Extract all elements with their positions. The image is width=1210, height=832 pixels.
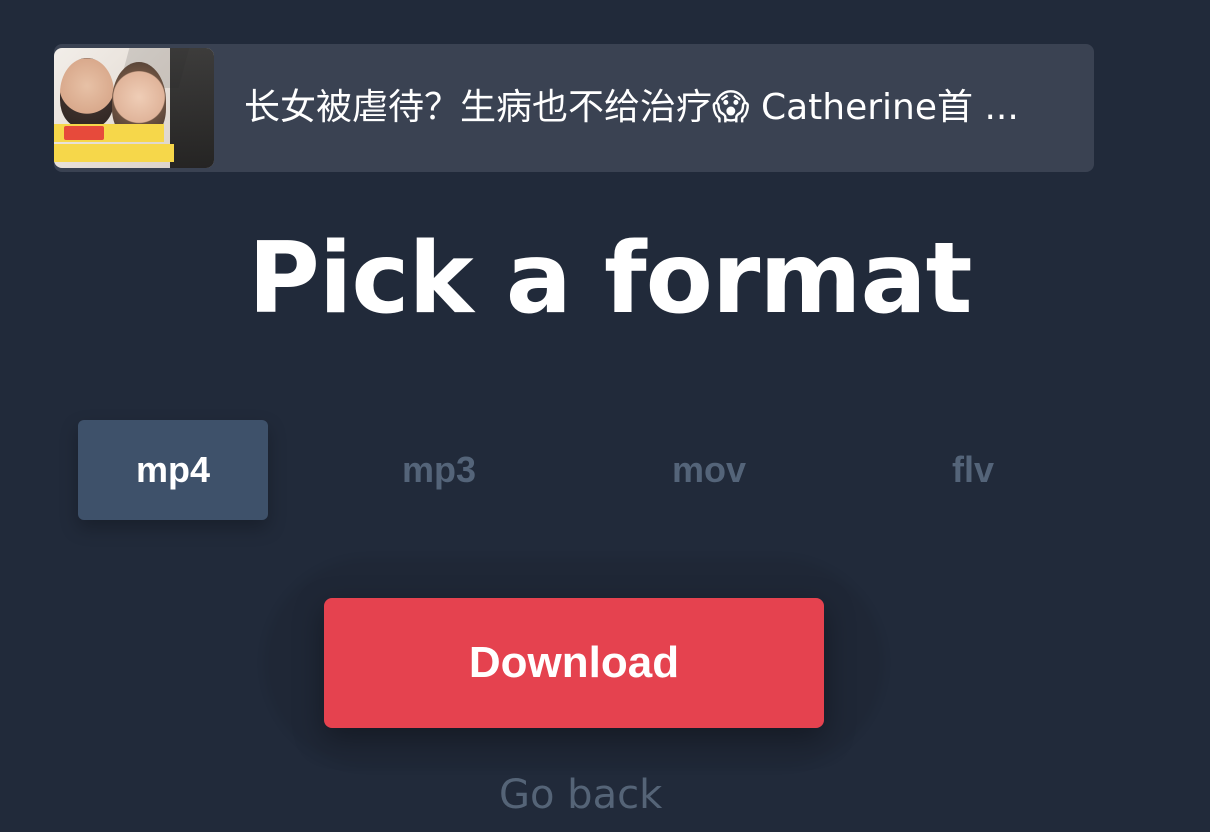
thumbnail-dark-panel [170,48,214,168]
download-button[interactable]: Download [324,598,824,728]
go-back-link[interactable]: Go back [499,772,662,818]
thumbnail-banner-bottom [54,144,174,162]
format-picker-page: 长女被虐待？生病也不给治疗😱 Catherine首 ... Pick a for… [0,0,1210,832]
format-tab-mov[interactable]: mov [614,420,804,520]
format-tabs: mp4 mp3 mov flv [78,420,1108,520]
download-area: Download [264,558,884,768]
page-title: Pick a format [248,222,972,336]
format-tab-flv[interactable]: flv [878,420,1068,520]
format-tab-mp4[interactable]: mp4 [78,420,268,520]
video-title: 长女被虐待？生病也不给治疗😱 Catherine首 ... [244,88,1019,128]
thumbnail-banner-accent [64,126,104,140]
format-tab-mp3[interactable]: mp3 [344,420,534,520]
video-card: 长女被虐待？生病也不给治疗😱 Catherine首 ... [54,44,1094,172]
video-thumbnail [54,48,214,168]
thumbnail-banner-top [54,124,164,142]
thumbnail-face-left [60,58,114,128]
